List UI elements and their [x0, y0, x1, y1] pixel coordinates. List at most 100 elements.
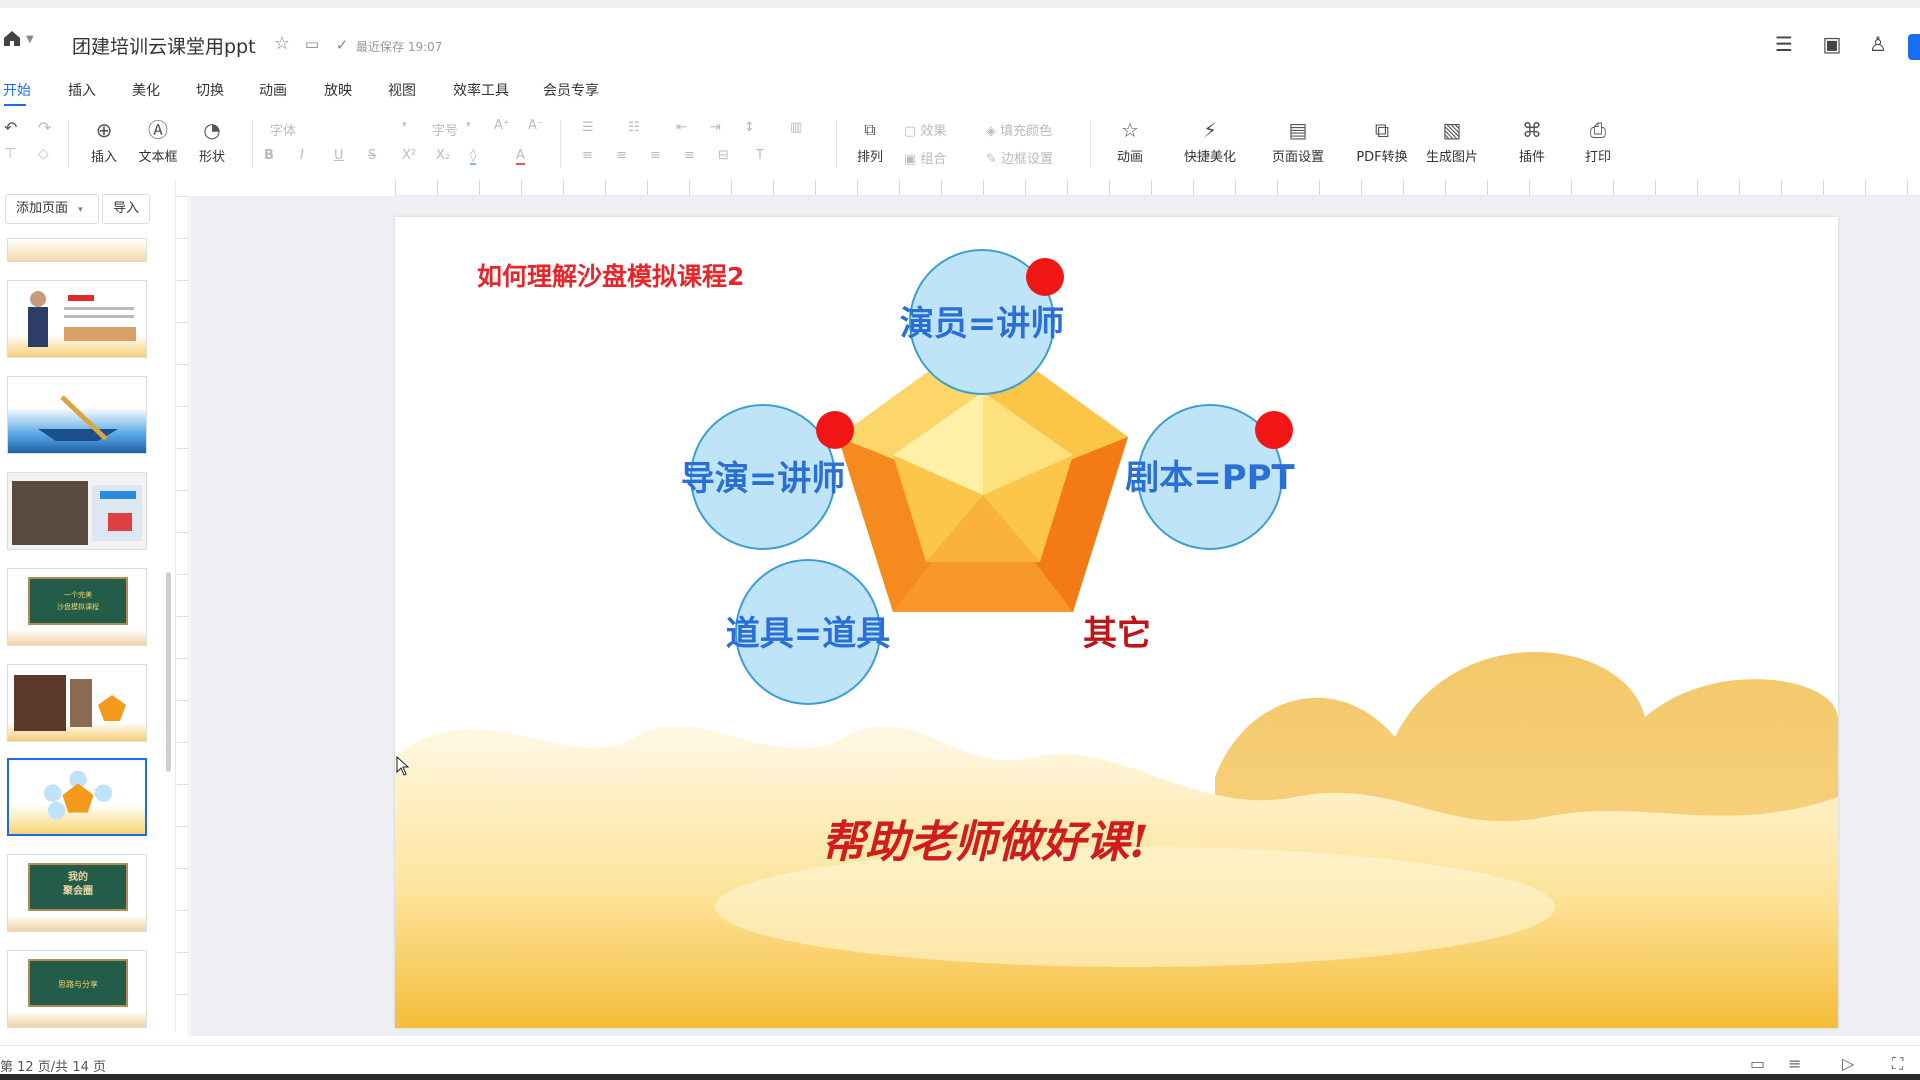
add-page-button[interactable]: 添加页面 ▾ [5, 194, 99, 224]
eraser-icon[interactable]: ◇ [38, 146, 49, 162]
page-setup-button[interactable]: ▤ 页面设置 [1268, 118, 1328, 165]
arrange-button[interactable]: ⧉ 排列 [852, 118, 888, 165]
chevron-down-icon[interactable]: ▾ [466, 120, 471, 130]
normal-view-icon[interactable]: ▭ [1750, 1054, 1765, 1073]
ribbon-separator [68, 120, 69, 168]
slide-title: 如何理解沙盘模拟课程2 [477, 262, 744, 291]
insert-button[interactable]: ⊕ 插入 [86, 118, 122, 165]
textbox-icon: Ⓐ [148, 118, 168, 142]
subscript-icon[interactable]: X₂ [436, 148, 450, 163]
strikethrough-icon[interactable]: S [368, 148, 376, 163]
thumbnail-text: 思路与分享 [28, 959, 128, 1007]
horizontal-ruler [395, 180, 1920, 196]
chevron-down-icon[interactable]: ▼ [26, 34, 34, 45]
align-left-icon[interactable]: ≡ [582, 148, 593, 163]
star-sparkle-icon: ☆ [1121, 118, 1139, 142]
tab-efficiency-tools[interactable]: 效率工具 [453, 80, 509, 100]
print-button[interactable]: ⎙ 打印 [1580, 118, 1616, 165]
document-title[interactable]: 团建培训云课堂用ppt [72, 32, 256, 59]
pdf-convert-button[interactable]: ⧉ PDF转换 [1354, 118, 1410, 165]
make-image-button[interactable]: ▧ 生成图片 [1424, 118, 1480, 165]
textbox-button[interactable]: Ⓐ 文本框 [136, 118, 180, 165]
shape-icon: ◔ [203, 118, 221, 142]
slogan: 帮助老师做好课! [821, 817, 1148, 868]
tab-animation[interactable]: 动画 [259, 80, 287, 100]
superscript-icon[interactable]: X² [402, 148, 416, 163]
italic-icon[interactable]: I [300, 148, 304, 163]
chevron-down-icon[interactable]: ▾ [402, 120, 407, 130]
import-button[interactable]: 导入 [102, 194, 150, 224]
image-icon: ▧ [1442, 118, 1462, 142]
plugins-button[interactable]: ⌘ 插件 [1514, 118, 1550, 165]
folder-icon[interactable]: ▭ [302, 34, 322, 54]
current-slide[interactable]: 如何理解沙盘模拟课程2 演员=讲师 导演=讲师 剧本=PPT 道具=道具 其它 … [395, 217, 1838, 1028]
slide-thumbnail-selected[interactable] [7, 758, 147, 836]
ribbon-separator [560, 120, 561, 168]
animation-button[interactable]: ☆ 动画 [1110, 118, 1150, 165]
slide-thumbnail[interactable] [7, 280, 147, 358]
font-color-icon[interactable]: A [516, 148, 525, 165]
slide-thumbnail[interactable]: 一个完美 沙盘模拟课程 [7, 568, 147, 646]
border-settings-button[interactable]: ✎ 边框设置 [986, 148, 1053, 167]
format-painter-icon[interactable]: ⊤ [4, 146, 16, 162]
check-circle-icon: ✓ [335, 36, 349, 54]
page-indicator: 第 12 页/共 14 页 [0, 1060, 106, 1075]
effect-button[interactable]: ▢ 效果 [904, 120, 946, 139]
line-spacing-icon[interactable]: ↕ [744, 120, 755, 135]
home-icon[interactable] [2, 28, 22, 48]
red-dot [1255, 411, 1293, 449]
underline-icon[interactable]: U [334, 148, 344, 163]
circle-bottom-label: 道具=道具 [726, 614, 891, 654]
redo-icon[interactable]: ↷ [38, 118, 51, 137]
shape-button[interactable]: ◔ 形状 [194, 118, 230, 165]
undo-icon[interactable]: ↶ [4, 118, 17, 137]
group-button[interactable]: ▣ 组合 [904, 148, 946, 167]
ribbon-separator [836, 120, 837, 168]
numbered-list-icon[interactable]: ☷ [628, 120, 640, 135]
outdent-icon[interactable]: ⇤ [676, 120, 687, 135]
font-grow-icon[interactable]: A⁺ [494, 118, 510, 133]
align-center-icon[interactable]: ≡ [616, 148, 627, 163]
slide-thumbnail[interactable] [7, 376, 147, 454]
font-shrink-icon[interactable]: A⁻ [528, 118, 544, 133]
arrange-icon: ⧉ [864, 120, 876, 139]
text-direction-icon[interactable]: T [756, 148, 764, 163]
tab-start[interactable]: 开始 [3, 80, 31, 100]
tab-slideshow[interactable]: 放映 [324, 80, 352, 100]
outline-view-icon[interactable]: ≡ [1788, 1054, 1801, 1073]
tab-beautify[interactable]: 美化 [132, 80, 160, 100]
tab-view[interactable]: 视图 [388, 80, 416, 100]
font-select[interactable]: 字体 [270, 120, 296, 139]
menu-icon[interactable]: ☰ [1774, 34, 1794, 54]
thumbnail-scrollbar[interactable] [166, 572, 171, 772]
slide-thumbnail-panel: 添加页面 ▾ 导入 一个完美 沙盘模拟课程 我的 聚会圈 思路与分享 [0, 180, 176, 1032]
fit-screen-icon[interactable]: ⛶ [1892, 1054, 1903, 1074]
quick-beautify-button[interactable]: ⚡ 快捷美化 [1180, 118, 1240, 165]
indent-icon[interactable]: ⇥ [710, 120, 721, 135]
columns-icon[interactable]: ▥ [790, 120, 802, 135]
tab-insert[interactable]: 插入 [68, 80, 96, 100]
highlight-icon[interactable]: ◊ [470, 148, 477, 165]
fill-color-button[interactable]: ◈ 填充颜色 [986, 120, 1052, 139]
font-size-select[interactable]: 字号 [432, 120, 458, 139]
bold-icon[interactable]: B [264, 148, 274, 163]
align-right-icon[interactable]: ≡ [650, 148, 661, 163]
slide-thumbnail[interactable] [7, 664, 147, 742]
slide-thumbnail[interactable]: 思路与分享 [7, 950, 147, 1028]
tab-member-exclusive[interactable]: 会员专享 [543, 80, 599, 100]
slide-thumbnail[interactable] [7, 472, 147, 550]
present-icon[interactable]: ▣ [1822, 34, 1842, 54]
play-icon[interactable]: ▷ [1842, 1054, 1854, 1073]
ribbon-separator [1090, 120, 1091, 168]
chevron-down-icon: ▾ [78, 205, 83, 215]
plugin-icon: ⌘ [1522, 118, 1542, 142]
distribute-icon[interactable]: ⊟ [718, 148, 729, 163]
star-icon[interactable]: ☆ [272, 34, 292, 54]
slide-thumbnail[interactable]: 我的 聚会圈 [7, 854, 147, 932]
justify-icon[interactable]: ≡ [684, 148, 695, 163]
share-user-icon[interactable]: ♙ [1868, 34, 1888, 54]
slide-thumbnail[interactable] [7, 238, 147, 262]
side-panel-toggle[interactable] [1908, 34, 1920, 60]
tab-transition[interactable]: 切换 [196, 80, 224, 100]
bullet-list-icon[interactable]: ☰ [582, 120, 594, 135]
